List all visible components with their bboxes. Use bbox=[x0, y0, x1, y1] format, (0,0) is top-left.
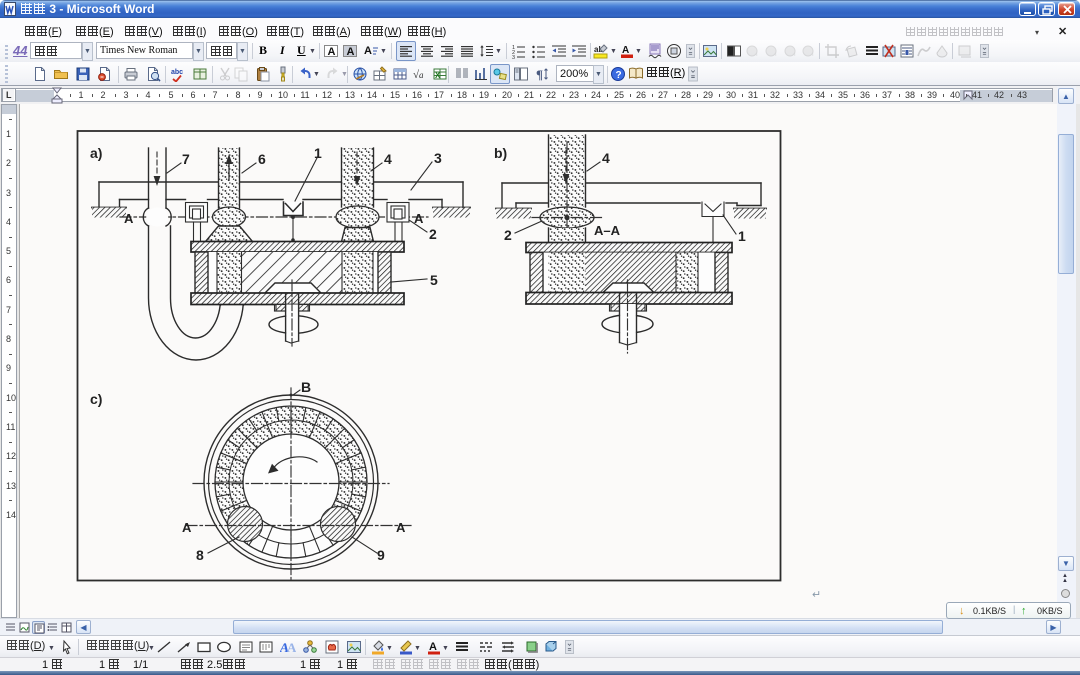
svg-text:3: 3 bbox=[434, 150, 442, 166]
svg-text:4: 4 bbox=[602, 150, 610, 166]
svg-text:1: 1 bbox=[738, 228, 746, 244]
svg-text:9: 9 bbox=[377, 547, 385, 563]
svg-text:A: A bbox=[429, 641, 437, 653]
svg-text:a): a) bbox=[90, 145, 102, 161]
svg-text:I: I bbox=[775, 52, 777, 58]
svg-text:c): c) bbox=[90, 391, 102, 407]
svg-text:A: A bbox=[182, 520, 192, 535]
svg-text:a: a bbox=[419, 70, 424, 80]
svg-text:2: 2 bbox=[504, 227, 512, 243]
svg-text:A–A: A–A bbox=[594, 223, 621, 238]
svg-text:A: A bbox=[287, 640, 296, 655]
svg-text:b): b) bbox=[494, 145, 507, 161]
svg-text:abc: abc bbox=[171, 69, 183, 76]
svg-text:I: I bbox=[756, 52, 758, 58]
svg-text:4: 4 bbox=[384, 151, 392, 167]
svg-text:I: I bbox=[812, 52, 814, 58]
svg-text:1: 1 bbox=[314, 145, 322, 161]
svg-text:7: 7 bbox=[182, 151, 190, 167]
svg-text:3: 3 bbox=[512, 55, 515, 59]
svg-text:8: 8 bbox=[196, 547, 204, 563]
svg-text:¶: ¶ bbox=[536, 67, 543, 82]
svg-text:?: ? bbox=[616, 70, 622, 81]
svg-text:A: A bbox=[622, 45, 629, 56]
svg-text:I: I bbox=[794, 52, 796, 58]
svg-text:6: 6 bbox=[258, 151, 266, 167]
svg-text:B: B bbox=[301, 379, 311, 395]
svg-text:A: A bbox=[124, 211, 134, 226]
svg-text:A: A bbox=[328, 46, 336, 58]
svg-text:A: A bbox=[396, 520, 406, 535]
svg-text:2: 2 bbox=[429, 226, 437, 242]
svg-text:X: X bbox=[435, 71, 441, 80]
svg-text:5: 5 bbox=[430, 272, 438, 288]
svg-text:A: A bbox=[364, 45, 372, 57]
svg-text:A: A bbox=[347, 46, 355, 58]
svg-text:↵: ↵ bbox=[812, 589, 821, 601]
